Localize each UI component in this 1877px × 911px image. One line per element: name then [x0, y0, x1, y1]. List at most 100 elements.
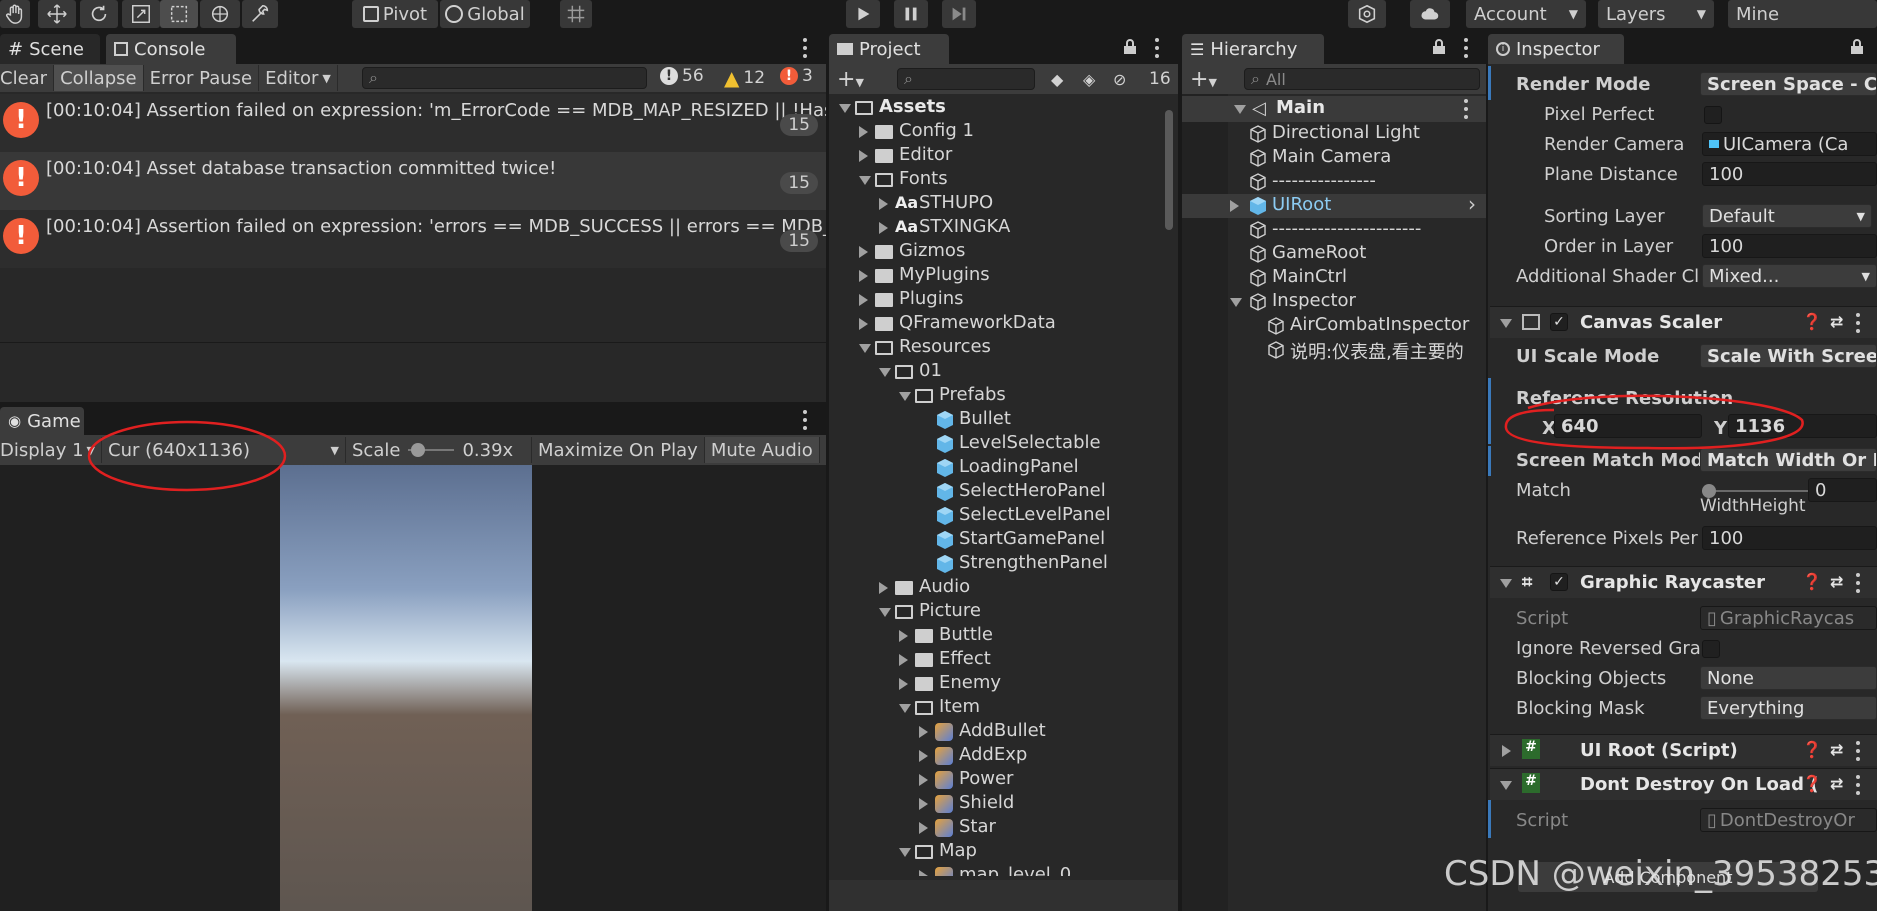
collapse-arrow-icon[interactable]: [1230, 298, 1242, 307]
expand-arrow-icon[interactable]: [1230, 200, 1239, 212]
component-menu-icon[interactable]: [1854, 775, 1862, 795]
scene-menu-icon[interactable]: [1462, 99, 1470, 119]
project-tree-item[interactable]: SelectLevelPanel: [829, 504, 1161, 528]
collapse-arrow-icon[interactable]: [859, 176, 871, 185]
canvas-scaler-enabled-checkbox[interactable]: ✓: [1550, 313, 1568, 331]
render-mode-dropdown[interactable]: Screen Space - Ca: [1700, 72, 1877, 96]
order-in-layer-field[interactable]: 100: [1702, 234, 1877, 258]
create-object-button[interactable]: +▼: [1182, 67, 1225, 92]
help-icon[interactable]: ❓: [1802, 572, 1822, 591]
rect-tool-button[interactable]: [160, 0, 198, 28]
console-menu-icon[interactable]: [801, 38, 809, 58]
collapse-arrow-icon[interactable]: [899, 848, 911, 857]
canvas-scaler-header[interactable]: ✓ Canvas Scaler ❓ ⇄: [1490, 306, 1877, 338]
hierarchy-item[interactable]: Inspector: [1182, 290, 1486, 314]
project-tree-item[interactable]: Aa STXINGKA: [829, 216, 1161, 240]
move-tool-button[interactable]: [38, 0, 76, 28]
expand-arrow-icon[interactable]: [919, 822, 928, 834]
filter-type-icon[interactable]: ◆: [1051, 70, 1063, 89]
project-tree-item[interactable]: Star: [829, 816, 1161, 840]
scale-slider[interactable]: [408, 443, 455, 457]
tab-inspector[interactable]: i Inspector: [1488, 34, 1624, 64]
hand-tool-button[interactable]: [0, 0, 30, 28]
reference-pixels-per-unit-field[interactable]: 100: [1702, 526, 1877, 550]
project-tree-item[interactable]: map_level_0: [829, 864, 1161, 876]
shader-channels-dropdown[interactable]: Mixed... ▼: [1702, 264, 1877, 288]
play-button[interactable]: [846, 0, 880, 28]
project-tree-item[interactable]: LevelSelectable: [829, 432, 1161, 456]
hierarchy-item[interactable]: AirCombatInspector: [1182, 314, 1486, 338]
expand-arrow-icon[interactable]: [919, 870, 928, 876]
account-dropdown[interactable]: Account ▼: [1466, 0, 1586, 28]
tab-project[interactable]: Project: [829, 34, 949, 64]
expand-arrow-icon[interactable]: [879, 198, 888, 210]
scrollbar-thumb[interactable]: [1165, 110, 1173, 230]
hierarchy-item[interactable]: MainCtrl: [1182, 266, 1486, 290]
game-view[interactable]: [0, 465, 826, 911]
collapse-arrow-icon[interactable]: [859, 344, 871, 353]
ui-scale-mode-dropdown[interactable]: Scale With Scree: [1700, 344, 1877, 368]
hierarchy-item[interactable]: Directional Light: [1182, 122, 1486, 146]
project-tree-item[interactable]: Shield: [829, 792, 1161, 816]
mute-audio-button[interactable]: Mute Audio: [704, 437, 820, 463]
tab-game[interactable]: ◉ Game: [0, 407, 84, 435]
project-tree-item[interactable]: LoadingPanel: [829, 456, 1161, 480]
transform-tool-button[interactable]: [200, 0, 240, 28]
expand-arrow-icon[interactable]: [859, 270, 868, 282]
scale-tool-button[interactable]: [122, 0, 160, 28]
project-tree-item[interactable]: QFrameworkData: [829, 312, 1161, 336]
component-menu-icon[interactable]: [1854, 573, 1862, 593]
blocking-mask-dropdown[interactable]: Everything: [1700, 696, 1877, 720]
preset-icon[interactable]: ⇄: [1830, 572, 1843, 591]
global-toggle[interactable]: Global: [440, 0, 530, 28]
project-tree-item[interactable]: Effect: [829, 648, 1161, 672]
project-tree-item[interactable]: Item: [829, 696, 1161, 720]
error-pause-button[interactable]: Error Pause: [144, 65, 260, 91]
collapse-arrow-icon[interactable]: [1500, 319, 1512, 328]
game-menu-icon[interactable]: [801, 410, 809, 430]
collapse-arrow-icon[interactable]: [1500, 781, 1512, 790]
expand-arrow-icon[interactable]: [859, 246, 868, 258]
grid-snap-button[interactable]: [560, 0, 592, 28]
project-tree-item[interactable]: 01: [829, 360, 1161, 384]
ui-root-script-header[interactable]: # UI Root (Script) ❓ ⇄: [1490, 734, 1877, 766]
console-search-input[interactable]: ⌕: [362, 67, 647, 89]
preset-icon[interactable]: ⇄: [1830, 740, 1843, 759]
render-camera-field[interactable]: UICamera (Ca: [1702, 132, 1877, 156]
hierarchy-item[interactable]: ----------------: [1182, 170, 1486, 194]
lock-icon[interactable]: [1432, 39, 1446, 55]
hierarchy-item[interactable]: 说明:仪表盘,看主要的: [1182, 338, 1486, 363]
component-menu-icon[interactable]: [1854, 741, 1862, 761]
expand-arrow-icon[interactable]: [859, 126, 868, 138]
project-tree-item[interactable]: Config 1: [829, 120, 1161, 144]
list-item[interactable]: ! [00:10:04] Asset database transaction …: [0, 152, 826, 210]
preset-icon[interactable]: ⇄: [1830, 312, 1843, 331]
help-icon[interactable]: ❓: [1802, 774, 1822, 793]
collapse-arrow-icon[interactable]: [899, 704, 911, 713]
tab-hierarchy[interactable]: ☰ Hierarchy: [1182, 34, 1324, 64]
project-tree-item[interactable]: Bullet: [829, 408, 1161, 432]
project-tree-item[interactable]: Aa STHUPO: [829, 192, 1161, 216]
project-tree-item[interactable]: Map: [829, 840, 1161, 864]
collapse-arrow-icon[interactable]: [879, 608, 891, 617]
match-field[interactable]: 0: [1808, 478, 1877, 502]
label-icon[interactable]: ◈: [1083, 70, 1095, 89]
project-tree-item[interactable]: Audio: [829, 576, 1161, 600]
error-count-toggle[interactable]: ! 3: [780, 66, 813, 86]
clear-button[interactable]: Clear: [0, 65, 55, 91]
project-tree-item[interactable]: Enemy: [829, 672, 1161, 696]
hierarchy-item[interactable]: -----------------------: [1182, 218, 1486, 242]
collab-button[interactable]: [1348, 0, 1386, 28]
scale-slider-handle[interactable]: [411, 443, 426, 457]
expand-arrow-icon[interactable]: [879, 222, 888, 234]
expand-arrow-icon[interactable]: [1502, 745, 1511, 757]
ignore-reversed-graphics-checkbox[interactable]: [1702, 640, 1720, 658]
pause-button[interactable]: [894, 0, 928, 28]
expand-arrow-icon[interactable]: [919, 798, 928, 810]
project-tree-item[interactable]: Gizmos: [829, 240, 1161, 264]
expand-arrow-icon[interactable]: [919, 726, 928, 738]
rotate-tool-button[interactable]: [80, 0, 118, 28]
project-tree-item[interactable]: SelectHeroPanel: [829, 480, 1161, 504]
custom-tool-button[interactable]: [242, 0, 278, 28]
help-icon[interactable]: ❓: [1802, 312, 1822, 331]
